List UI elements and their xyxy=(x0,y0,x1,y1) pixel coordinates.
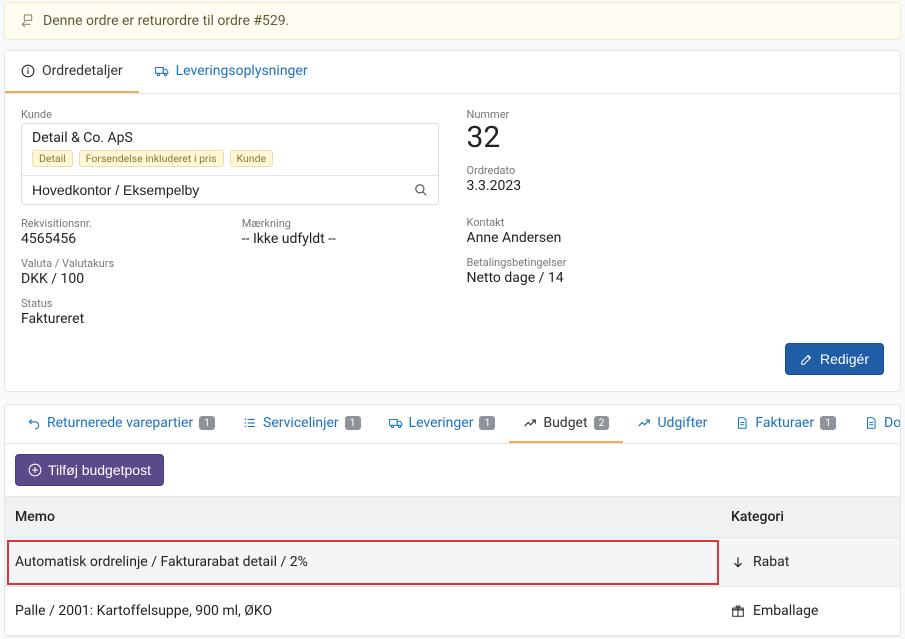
plus-circle-icon xyxy=(28,463,42,477)
return-order-icon xyxy=(19,13,35,29)
ltab-label: Returnerede varepartier xyxy=(47,415,193,431)
chart-icon xyxy=(637,416,651,430)
arrow-down-icon xyxy=(731,555,745,569)
count-badge: 1 xyxy=(199,416,215,431)
category-cell: Emballage xyxy=(721,587,900,636)
status-label: Status xyxy=(21,297,439,310)
tab-order-details[interactable]: Ordredetaljer xyxy=(5,51,139,93)
document-icon xyxy=(864,416,878,430)
edit-button-label: Redigér xyxy=(820,351,869,367)
category-cell: Rabat xyxy=(721,538,900,587)
category-text: Rabat xyxy=(753,554,789,570)
ltab-label: Servicelinjer xyxy=(263,415,339,431)
mark-label: Mærkning xyxy=(242,217,439,230)
status-value: Faktureret xyxy=(21,311,439,327)
count-badge: 2 xyxy=(594,416,610,431)
upper-tabs: Ordredetaljer Leveringsoplysninger xyxy=(5,51,900,94)
customer-search-input[interactable] xyxy=(32,182,414,198)
terms-value: Netto dage / 14 xyxy=(467,270,885,286)
customer-badge: Forsendelse inkluderet i pris xyxy=(79,150,224,167)
customer-badge: Kunde xyxy=(230,150,274,167)
tab-invoices[interactable]: Fakturaer 1 xyxy=(721,405,850,443)
req-value: 4565456 xyxy=(21,231,218,247)
table-row[interactable]: Palle / 2001: Kartoffelsuppe, 900 ml, ØK… xyxy=(5,587,900,636)
list-icon xyxy=(243,416,257,430)
lower-tabs: Returnerede varepartier 1 Servicelinjer … xyxy=(5,405,900,444)
ltab-label: Doku xyxy=(884,415,900,431)
count-badge: 1 xyxy=(345,416,361,431)
details-left: Kunde Detail & Co. ApS Detail Forsendels… xyxy=(21,108,439,327)
truck-icon xyxy=(155,64,169,78)
tab-documents[interactable]: Doku xyxy=(850,405,900,443)
gift-icon xyxy=(731,604,745,618)
number-label: Nummer xyxy=(467,108,885,121)
currency-value: DKK / 100 xyxy=(21,271,439,287)
add-budget-label: Tilføj budgetpost xyxy=(48,462,151,478)
tab-label: Ordredetaljer xyxy=(42,63,123,79)
category-text: Emballage xyxy=(753,603,818,619)
tab-budget[interactable]: Budget 2 xyxy=(509,405,623,443)
tab-returned-lots[interactable]: Returnerede varepartier 1 xyxy=(13,405,229,443)
tab-label: Leveringsoplysninger xyxy=(176,63,308,79)
budget-table: Memo Kategori Automatisk ordrelinje / Fa… xyxy=(5,496,900,636)
ltab-label: Udgifter xyxy=(657,415,707,431)
contact-value: Anne Andersen xyxy=(467,230,885,246)
order-number: 32 xyxy=(467,121,885,154)
ltab-label: Budget xyxy=(543,415,587,431)
memo-cell: Automatisk ordrelinje / Fakturarabat det… xyxy=(5,538,721,587)
table-row[interactable]: Automatisk ordrelinje / Fakturarabat det… xyxy=(5,538,900,587)
customer-selector[interactable]: Detail & Co. ApS Detail Forsendelse inkl… xyxy=(21,123,439,205)
tab-deliveries[interactable]: Leveringer 1 xyxy=(375,405,510,443)
ltab-label: Fakturaer xyxy=(755,415,814,431)
contact-label: Kontakt xyxy=(467,216,885,229)
document-icon xyxy=(735,416,749,430)
customer-badge: Detail xyxy=(32,150,73,167)
th-memo: Memo xyxy=(5,497,721,538)
tab-expenses[interactable]: Udgifter xyxy=(623,405,721,443)
return-order-notice: Denne ordre er returordre til ordre #529… xyxy=(4,2,901,40)
th-category: Kategori xyxy=(721,497,900,538)
details-right: Nummer 32 Ordredato 3.3.2023 Kontakt Ann… xyxy=(467,108,885,327)
add-budget-button[interactable]: Tilføj budgetpost xyxy=(15,454,164,486)
req-label: Rekvisitionsnr. xyxy=(21,217,218,230)
order-details-card: Ordredetaljer Leveringsoplysninger Kunde… xyxy=(4,50,901,392)
chart-icon xyxy=(523,416,537,430)
date-value: 3.3.2023 xyxy=(467,178,885,194)
info-circle-icon xyxy=(21,64,35,78)
edit-button[interactable]: Redigér xyxy=(785,343,884,375)
count-badge: 1 xyxy=(479,416,495,431)
customer-name: Detail & Co. ApS xyxy=(32,130,428,146)
date-label: Ordredato xyxy=(467,164,885,177)
search-icon[interactable] xyxy=(414,183,428,197)
budget-section: Returnerede varepartier 1 Servicelinjer … xyxy=(4,404,901,637)
tab-delivery-info[interactable]: Leveringsoplysninger xyxy=(139,51,324,93)
count-badge: 1 xyxy=(820,416,836,431)
ltab-label: Leveringer xyxy=(409,415,474,431)
tab-service-lines[interactable]: Servicelinjer 1 xyxy=(229,405,375,443)
mark-value: -- Ikke udfyldt -- xyxy=(242,231,439,247)
truck-icon xyxy=(389,416,403,430)
notice-text: Denne ordre er returordre til ordre #529… xyxy=(43,13,289,29)
pen-icon xyxy=(800,352,814,366)
customer-label: Kunde xyxy=(21,108,439,121)
memo-cell: Palle / 2001: Kartoffelsuppe, 900 ml, ØK… xyxy=(5,587,721,636)
terms-label: Betalingsbetingelser xyxy=(467,256,885,269)
currency-label: Valuta / Valutakurs xyxy=(21,257,439,270)
return-icon xyxy=(27,416,41,430)
